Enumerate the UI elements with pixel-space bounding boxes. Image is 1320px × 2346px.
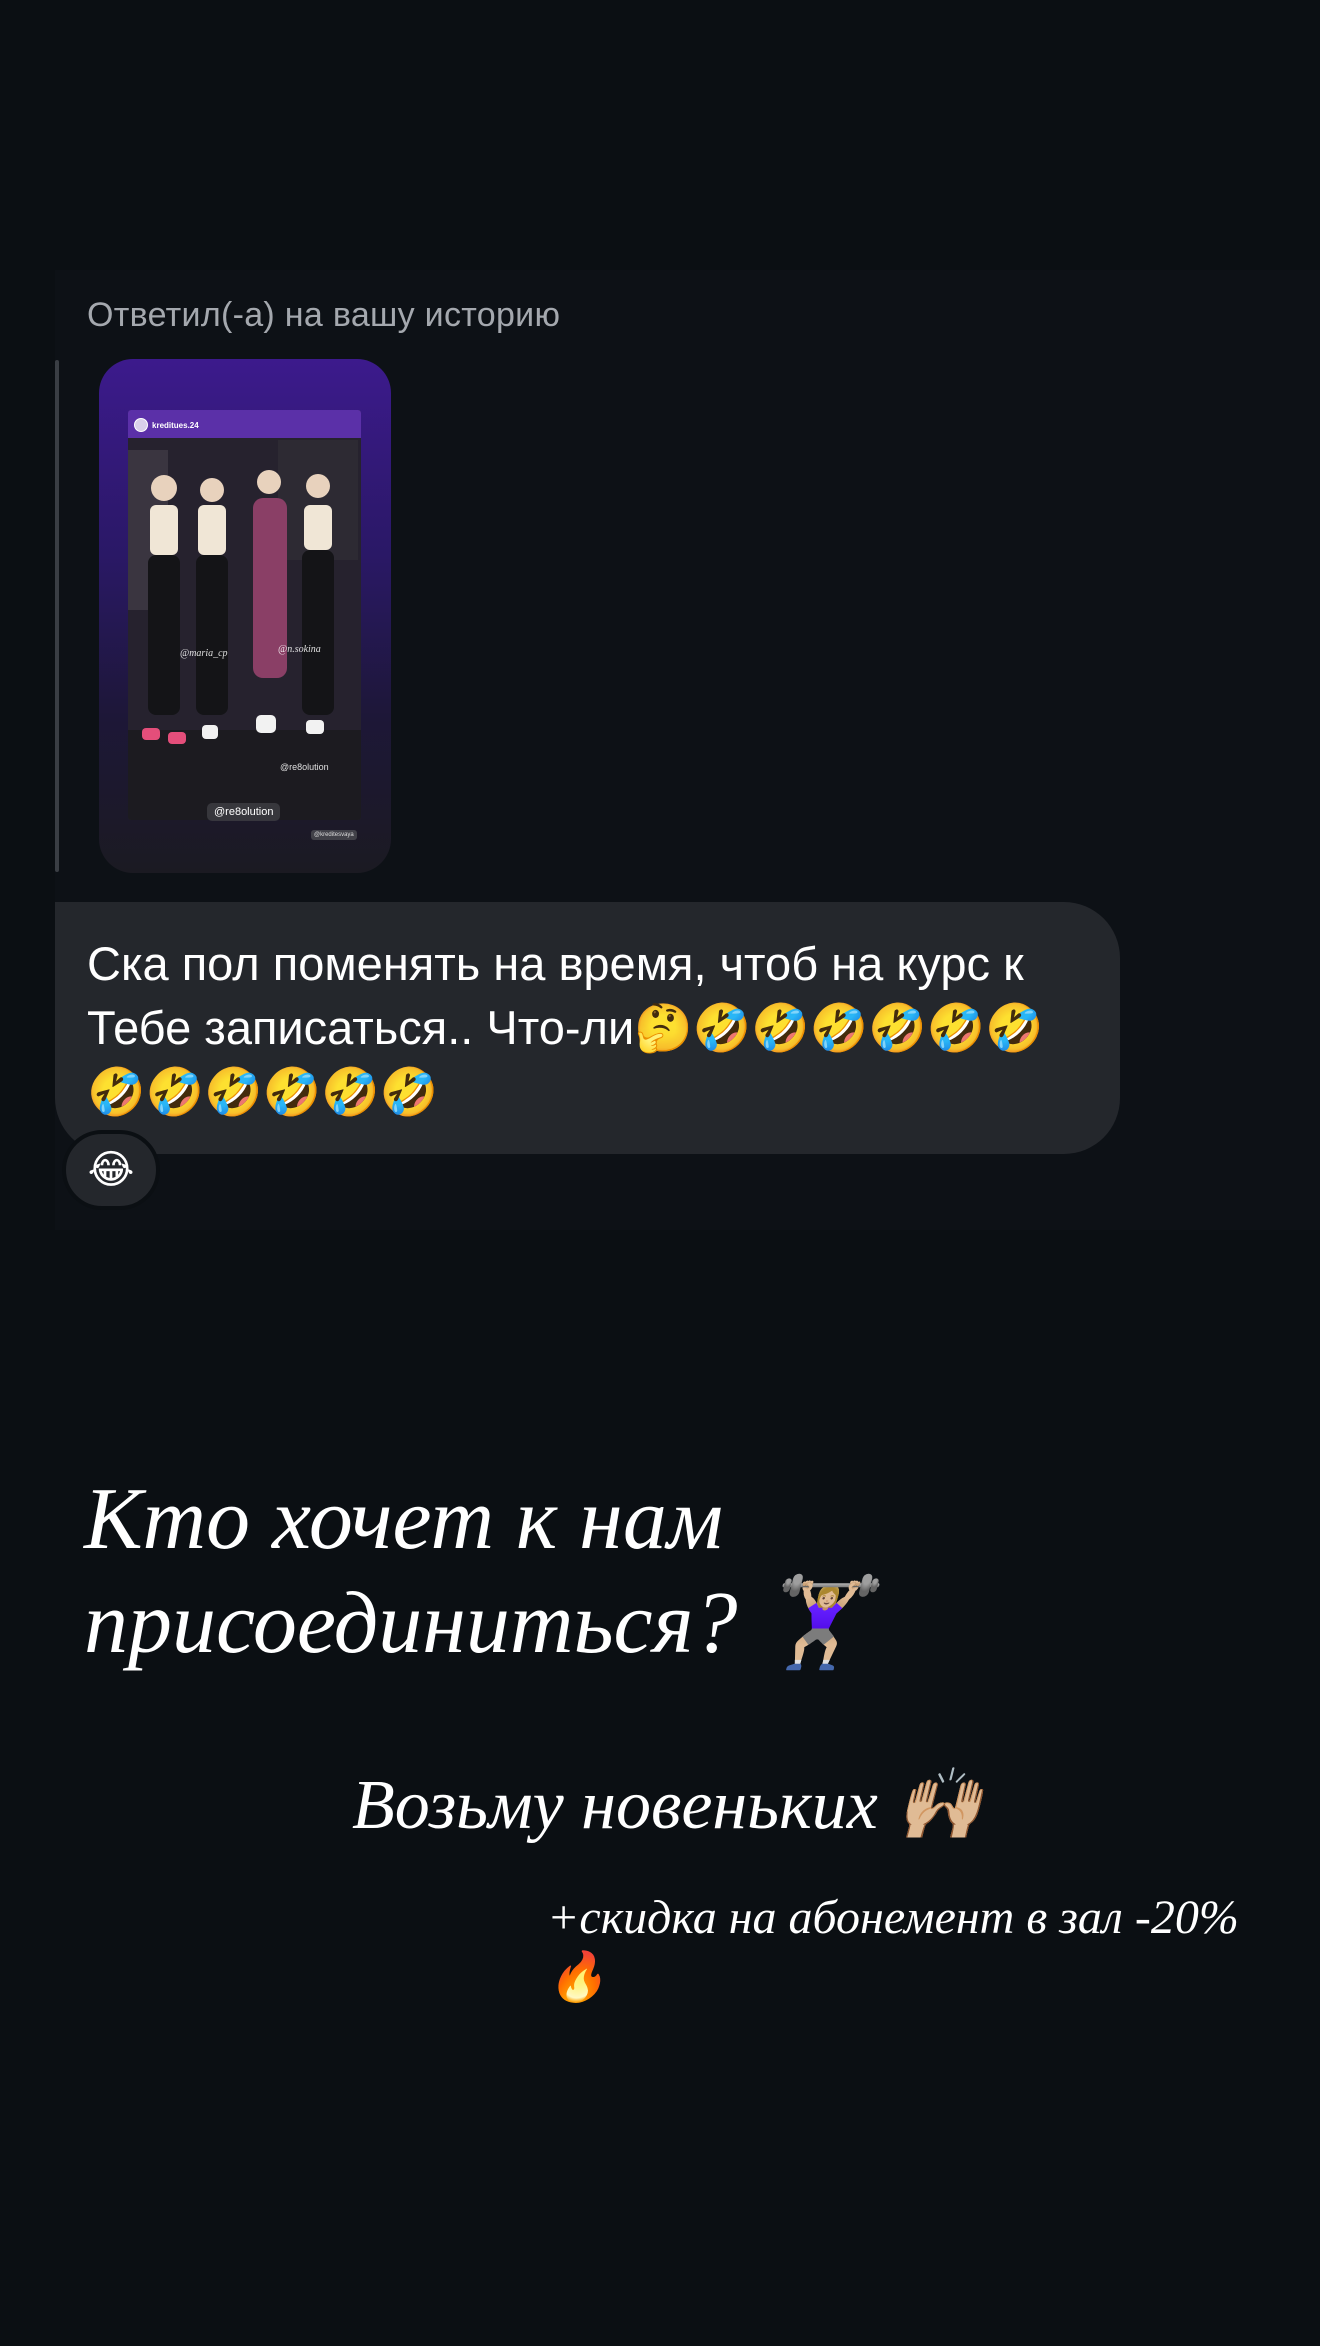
message-bubble[interactable]: Ска пол поменять на время, чтоб на курс …	[55, 902, 1120, 1154]
message-text: Ска пол поменять на время, чтоб на курс …	[87, 937, 1044, 1118]
message-reaction[interactable]: 😂	[62, 1130, 160, 1210]
reply-indicator-line	[55, 360, 59, 872]
story-headline: Кто хочет к нам присоединиться? 🏋🏼‍♀️	[84, 1471, 870, 1672]
story-subline: Возьму новеньких 🙌🏼	[352, 1767, 983, 1844]
promo-text: +скидка на абонемент в зал -20% 🔥	[547, 1891, 1239, 2004]
story-photo-illustration	[128, 410, 361, 820]
story-photo: kreditues.24 @maria_cp @n.sokina @re8olu…	[128, 410, 361, 820]
story-watermark: @kreditesvaya	[311, 830, 357, 840]
reply-context-label: Ответил(-а) на вашу историю	[87, 296, 561, 334]
story-mention-tag: @re8olution	[280, 762, 329, 772]
story-avatar	[134, 418, 148, 432]
story-mention-tag: @maria_cp	[180, 648, 228, 659]
story-mention-sticker: @re8olution	[207, 803, 281, 821]
story-header: kreditues.24	[134, 418, 199, 432]
replied-story-thumbnail[interactable]: kreditues.24 @maria_cp @n.sokina @re8olu…	[99, 359, 391, 873]
story-mention-tag: @n.sokina	[278, 644, 321, 655]
story-username: kreditues.24	[152, 420, 199, 430]
